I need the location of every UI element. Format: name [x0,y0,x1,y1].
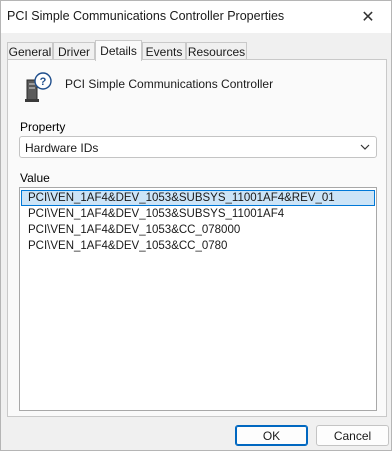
tab-label: Resources [187,44,246,59]
tab-label: General [8,44,52,59]
window-title: PCI Simple Communications Controller Pro… [7,9,285,23]
tab-events[interactable]: Events [142,42,186,60]
value-label: Value [20,171,50,185]
ok-button[interactable]: OK [235,425,308,446]
value-listbox[interactable]: PCI\VEN_1AF4&DEV_1053&SUBSYS_11001AF4&RE… [19,187,377,411]
tab-label: Details [100,44,137,58]
chevron-down-icon [360,144,370,150]
tab-driver[interactable]: Driver [53,42,95,60]
tab-strip: General Driver Details Events Resources [7,40,387,61]
tab-details[interactable]: Details [95,40,142,61]
cancel-button[interactable]: Cancel [316,425,389,446]
unknown-device-icon: ? [25,72,52,102]
property-selected-value: Hardware IDs [25,141,99,155]
title-bar: PCI Simple Communications Controller Pro… [1,1,391,33]
list-item[interactable]: PCI\VEN_1AF4&DEV_1053&CC_0780 [21,238,375,254]
details-panel: ? PCI Simple Communications Controller P… [7,59,387,417]
close-icon: ✕ [361,9,375,26]
tab-label: Driver [58,44,90,59]
tab-label: Events [145,44,183,59]
list-item[interactable]: PCI\VEN_1AF4&DEV_1053&SUBSYS_11001AF4&RE… [21,190,375,206]
property-dropdown[interactable]: Hardware IDs [19,136,377,158]
properties-dialog: PCI Simple Communications Controller Pro… [0,0,392,451]
list-item[interactable]: PCI\VEN_1AF4&DEV_1053&SUBSYS_11001AF4 [21,206,375,222]
list-item[interactable]: PCI\VEN_1AF4&DEV_1053&CC_078000 [21,222,375,238]
close-button[interactable]: ✕ [345,1,391,33]
tab-resources[interactable]: Resources [186,42,247,60]
property-label: Property [20,120,66,134]
tab-general[interactable]: General [7,42,53,60]
device-name: PCI Simple Communications Controller [65,77,274,91]
svg-text:?: ? [40,76,47,88]
